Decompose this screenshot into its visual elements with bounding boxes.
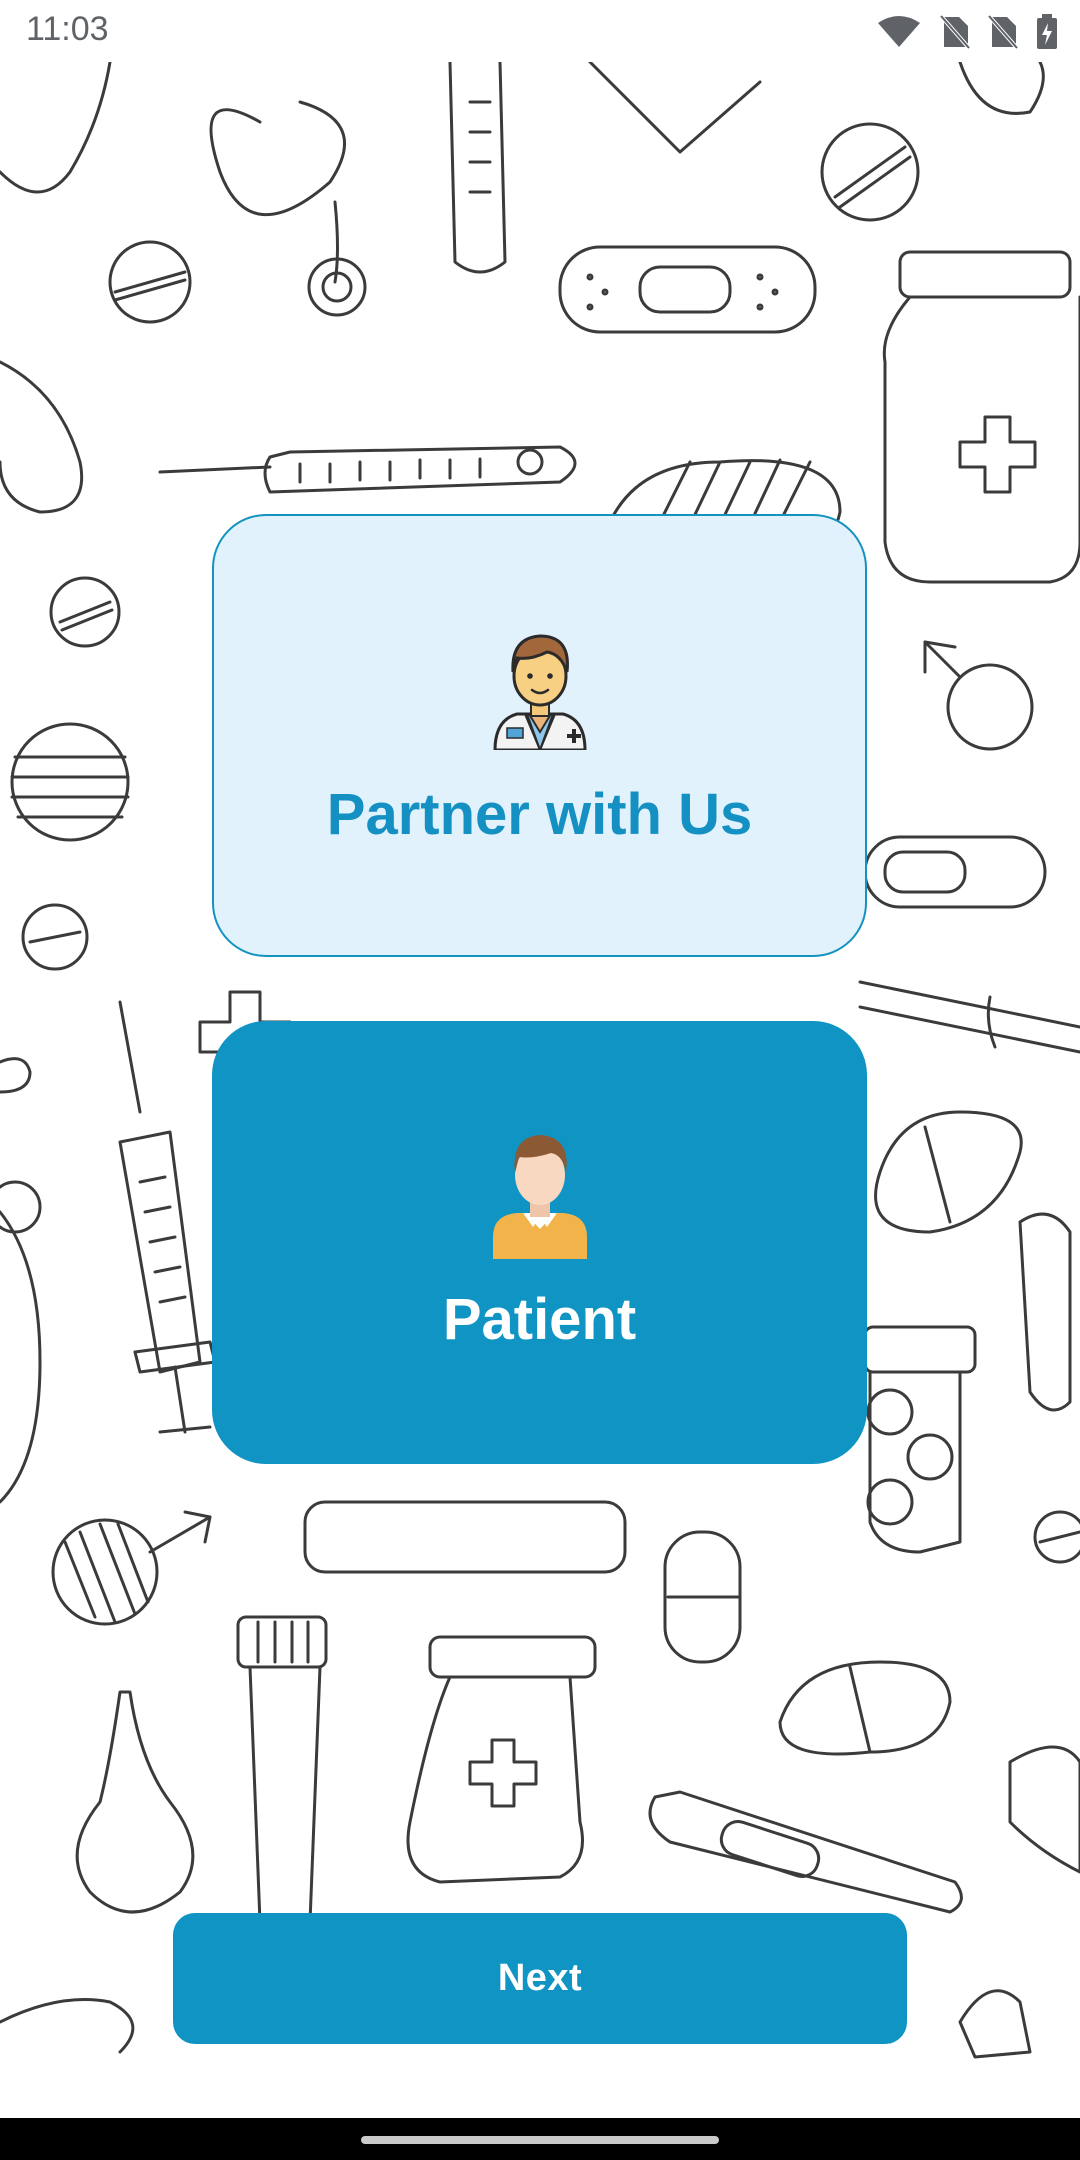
status-icons (876, 14, 1058, 50)
wifi-icon (876, 15, 922, 49)
system-navigation-bar (0, 2118, 1080, 2160)
partner-with-us-label: Partner with Us (326, 782, 753, 847)
status-bar: 11:03 (0, 0, 1080, 62)
no-sim-icon (940, 15, 970, 49)
partner-with-us-card[interactable]: Partner with Us (212, 514, 867, 957)
patient-icon (492, 1129, 587, 1264)
patient-card[interactable]: Patient (212, 1021, 867, 1464)
doctor-icon (487, 624, 593, 755)
status-time: 11:03 (26, 10, 109, 48)
next-button[interactable]: Next (173, 1913, 907, 2044)
patient-label: Patient (442, 1287, 637, 1352)
home-gesture-pill[interactable] (361, 2136, 719, 2144)
battery-charging-icon (1036, 14, 1058, 50)
no-sim-icon (988, 15, 1018, 49)
